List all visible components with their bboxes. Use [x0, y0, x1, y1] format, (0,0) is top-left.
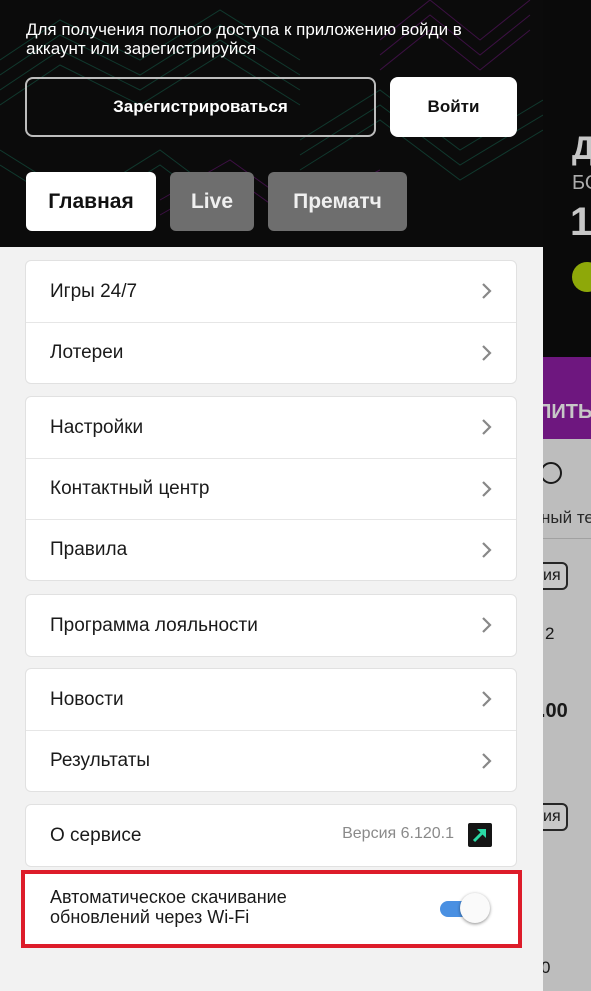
tab-main[interactable]: Главная [26, 172, 156, 231]
auth-message: Для получения полного доступа к приложен… [26, 20, 462, 58]
register-button[interactable]: Зарегистрироваться [25, 77, 376, 137]
menu-group-settings: Настройки Контактный центр Правила [25, 396, 517, 581]
chevron-right-icon [482, 542, 492, 558]
menu-item-label: Контактный центр [50, 478, 210, 499]
wifi-autoupdate-label: Автоматическое скачивание обновлений чер… [50, 887, 287, 927]
external-link-icon[interactable] [468, 823, 492, 847]
menu-item-loyalty-program[interactable]: Программа лояльности [26, 595, 516, 656]
menu-item-about-service[interactable]: О сервисе Версия 6.120.1 [26, 805, 516, 866]
menu-item-label: Настройки [50, 416, 144, 438]
side-drawer: Для получения полного доступа к приложен… [0, 0, 543, 991]
chevron-right-icon [482, 283, 492, 299]
menu-item-rules[interactable]: Правила [26, 519, 516, 580]
menu-item-news[interactable]: Новости [26, 669, 516, 730]
search-icon[interactable] [540, 12, 543, 48]
wifi-autoupdate-toggle[interactable] [438, 892, 490, 924]
menu-item-label: Новости [50, 688, 124, 710]
menu-item-contact-center[interactable]: Контактный центр [26, 458, 516, 519]
chevron-right-icon [482, 345, 492, 361]
tab-prematch[interactable]: Прематч [268, 172, 407, 231]
menu-group-news: Новости Результаты [25, 668, 517, 792]
tab-live[interactable]: Live [170, 172, 254, 231]
menu-group-about: О сервисе Версия 6.120.1 [25, 804, 517, 867]
chevron-right-icon [482, 691, 492, 707]
menu-item-label: Лотереи [50, 342, 124, 363]
menu-item-results[interactable]: Результаты [26, 730, 516, 791]
menu-item-label: Игры 24/7 [50, 280, 138, 302]
chevron-right-icon [482, 481, 492, 497]
chevron-right-icon [482, 617, 492, 633]
menu-item-label: О сервисе [50, 824, 142, 846]
chevron-right-icon [482, 419, 492, 435]
login-button[interactable]: Войти [390, 77, 517, 137]
menu-item-games-24-7[interactable]: Игры 24/7 [26, 261, 516, 322]
wifi-autoupdate-setting: Автоматическое скачивание обновлений чер… [21, 870, 522, 948]
chevron-right-icon [482, 753, 492, 769]
menu-item-lotteries[interactable]: Лотереи [26, 322, 516, 383]
menu-group-loyalty: Программа лояльности [25, 594, 517, 657]
toggle-knob [460, 893, 490, 923]
drawer-header: Для получения полного доступа к приложен… [0, 0, 543, 247]
menu-item-settings[interactable]: Настройки [26, 397, 516, 458]
menu-group-games: Игры 24/7 Лотереи [25, 260, 517, 384]
menu-item-label: Результаты [50, 750, 151, 771]
menu-item-label: Правила [50, 539, 128, 560]
menu-item-label: Программа лояльности [50, 614, 258, 636]
app-version: Версия 6.120.1 [342, 825, 454, 842]
